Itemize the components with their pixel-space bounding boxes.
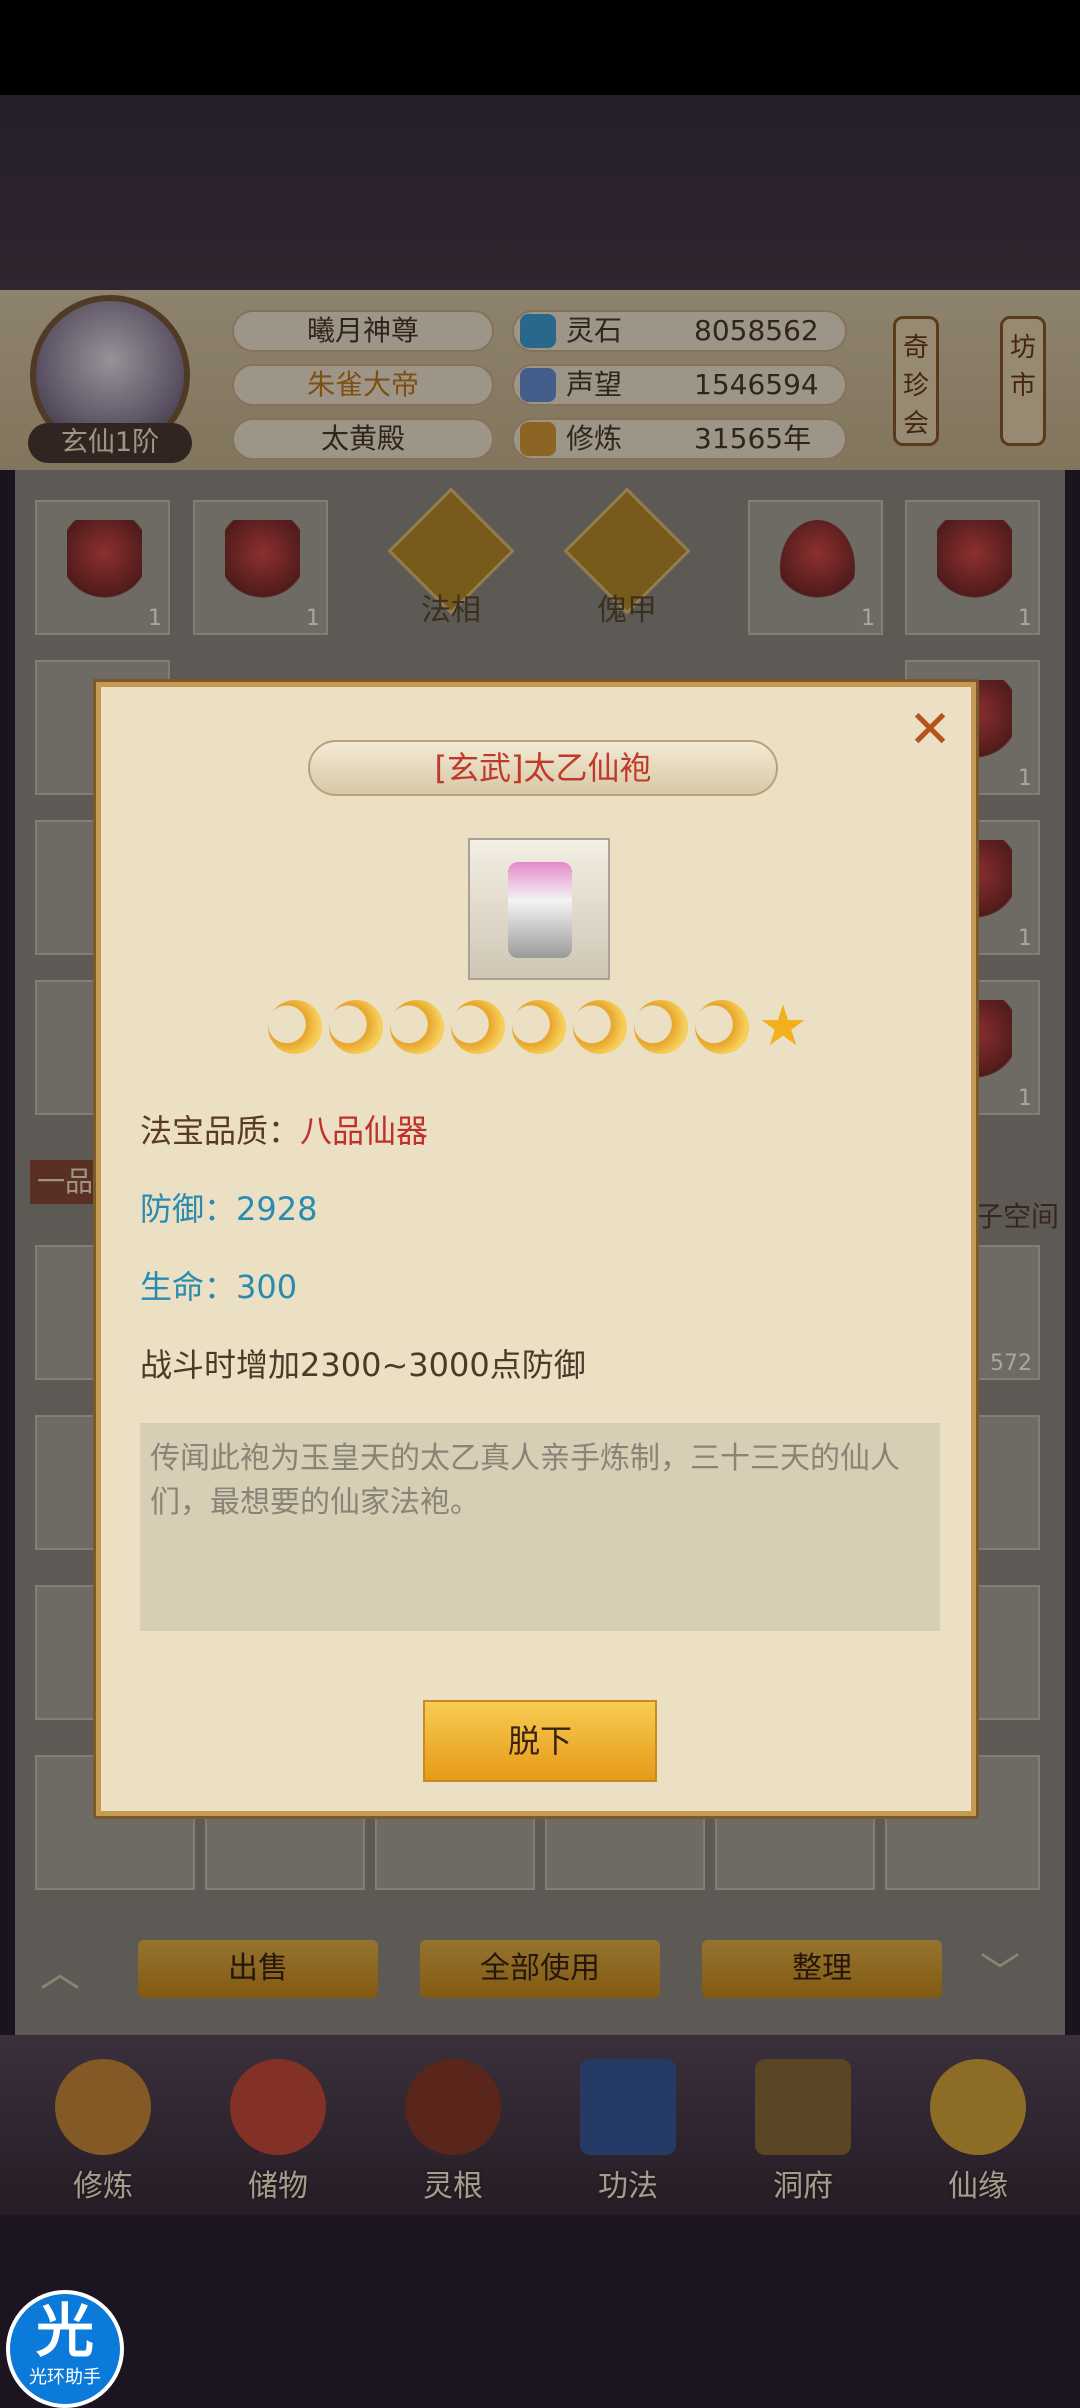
- item-title: [玄武]太乙仙袍: [308, 740, 778, 796]
- assistant-badge[interactable]: 光 光环助手: [6, 2290, 124, 2408]
- moon-icon: [451, 1000, 505, 1054]
- moon-icon: [390, 1000, 444, 1054]
- effect-text: 战斗时增加2300~3000点防御: [140, 1346, 586, 1384]
- quality-label: 法宝品质：: [140, 1112, 301, 1150]
- moon-icon: [268, 1000, 322, 1054]
- star-rating: ★: [268, 994, 809, 1059]
- item-icon: [468, 838, 610, 980]
- status-bar: [0, 0, 1080, 95]
- moon-icon: [573, 1000, 627, 1054]
- moon-icon: [512, 1000, 566, 1054]
- description-box: 传闻此袍为玉皇天的太乙真人亲手炼制，三十三天的仙人们，最想要的仙家法袍。: [140, 1423, 940, 1631]
- life-stat: 生命：300: [140, 1268, 298, 1306]
- unequip-button[interactable]: 脱下: [423, 1700, 657, 1782]
- moon-icon: [634, 1000, 688, 1054]
- bottom-background: [0, 2215, 1080, 2408]
- assistant-logo-icon: 光: [35, 2297, 94, 2365]
- quality-row: 法宝品质：八品仙器: [140, 1106, 428, 1152]
- moon-icon: [329, 1000, 383, 1054]
- robe-image: [508, 862, 572, 958]
- defense-stat: 防御：2928: [140, 1190, 318, 1228]
- quality-value: 八品仙器: [300, 1112, 429, 1150]
- star-icon: ★: [757, 994, 809, 1059]
- moon-icon: [695, 1000, 749, 1054]
- close-icon[interactable]: ✕: [900, 700, 960, 760]
